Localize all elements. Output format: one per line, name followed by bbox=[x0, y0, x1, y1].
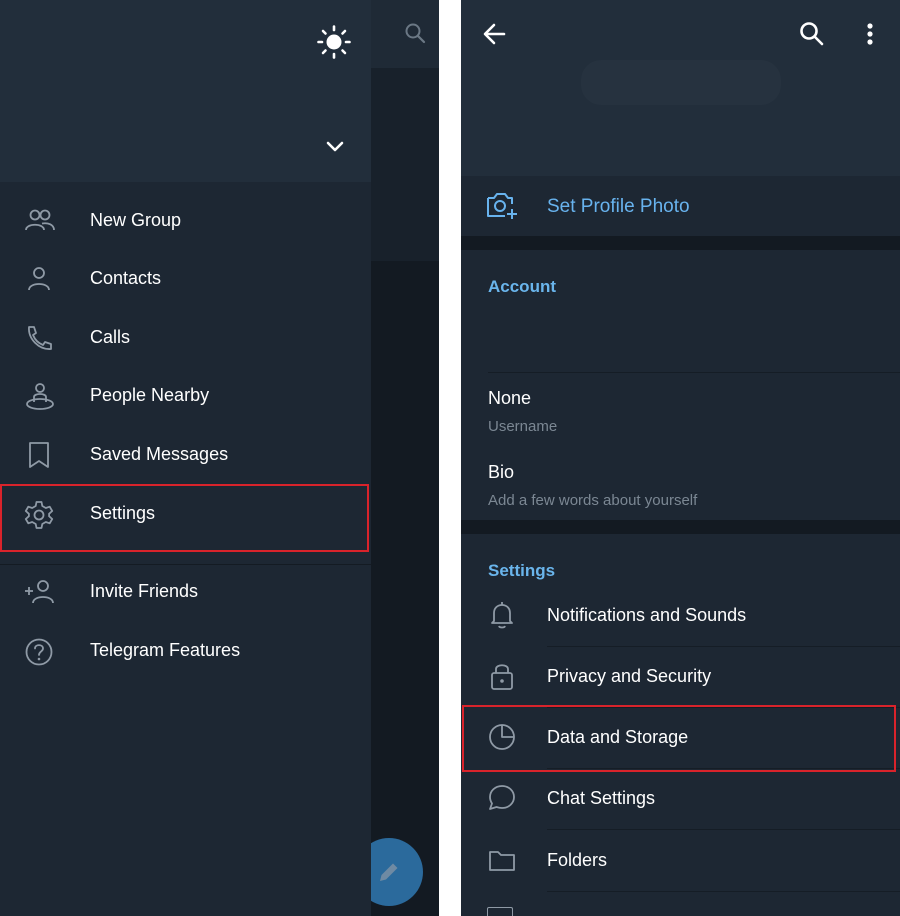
bio-label: Bio bbox=[488, 462, 515, 482]
menu-item-label: Telegram Features bbox=[90, 640, 241, 660]
settings-section-title: Settings bbox=[488, 561, 556, 580]
menu-item-people-nearby[interactable]: People Nearby bbox=[0, 367, 371, 425]
camera-add-icon bbox=[485, 190, 519, 227]
menu-item-calls[interactable]: Calls bbox=[0, 309, 371, 367]
settings-highlight-box bbox=[0, 484, 369, 552]
folder-icon bbox=[487, 845, 517, 875]
username-row[interactable]: None Username bbox=[461, 373, 900, 443]
menu-item-telegram-features[interactable]: Telegram Features bbox=[0, 622, 371, 680]
users-icon bbox=[24, 207, 55, 235]
menu-item-label: Saved Messages bbox=[90, 444, 229, 464]
settings-item-notifications[interactable]: Notifications and Sounds bbox=[461, 585, 900, 646]
theme-toggle-sun-icon[interactable] bbox=[316, 24, 352, 65]
set-profile-photo-label: Set Profile Photo bbox=[547, 196, 690, 217]
bio-placeholder: Add a few words about yourself bbox=[488, 492, 698, 509]
data-storage-highlight-box bbox=[462, 705, 896, 772]
account-section-title: Account bbox=[488, 277, 556, 296]
drawer-header bbox=[0, 0, 371, 182]
pencil-icon bbox=[380, 863, 398, 881]
bookmark-icon bbox=[24, 441, 54, 469]
help-icon bbox=[24, 637, 54, 666]
section-gap bbox=[461, 520, 900, 534]
menu-item-contacts[interactable]: Contacts bbox=[0, 250, 371, 308]
people-nearby-icon bbox=[24, 382, 54, 410]
more-vertical-icon[interactable] bbox=[857, 20, 883, 53]
menu-item-invite-friends[interactable]: Invite Friends bbox=[0, 563, 371, 621]
blurred-profile-name bbox=[581, 60, 781, 105]
menu-item-label: Calls bbox=[90, 327, 131, 347]
username-value: None bbox=[488, 388, 532, 408]
settings-item-privacy[interactable]: Privacy and Security bbox=[461, 646, 900, 707]
username-label: Username bbox=[488, 418, 558, 435]
right-screen: Set Profile Photo Account None Username … bbox=[461, 0, 900, 916]
chevron-down-icon[interactable] bbox=[322, 134, 348, 165]
chat-list-item bbox=[371, 68, 439, 261]
menu-item-new-group[interactable]: New Group bbox=[0, 192, 371, 250]
search-icon[interactable] bbox=[404, 22, 426, 49]
menu-item-label: People Nearby bbox=[90, 385, 210, 405]
settings-item-label: Notifications and Sounds bbox=[547, 605, 747, 625]
back-arrow-icon[interactable] bbox=[481, 20, 509, 53]
bio-row[interactable]: Bio Add a few words about yourself bbox=[461, 447, 900, 517]
phone-icon bbox=[24, 324, 54, 352]
navigation-drawer: New Group Contacts Calls People Nearby S… bbox=[0, 0, 371, 916]
chat-bubble-icon bbox=[487, 783, 517, 813]
settings-item-label: Folders bbox=[547, 850, 608, 870]
search-icon[interactable] bbox=[798, 20, 826, 53]
menu-item-saved-messages[interactable]: Saved Messages bbox=[0, 426, 371, 484]
settings-item-chat-settings[interactable]: Chat Settings bbox=[461, 768, 900, 829]
menu-item-label: Invite Friends bbox=[90, 581, 199, 601]
menu-item-label: Contacts bbox=[90, 268, 162, 288]
add-user-icon bbox=[24, 578, 54, 606]
left-screen: New Group Contacts Calls People Nearby S… bbox=[0, 0, 439, 916]
set-profile-photo-button[interactable]: Set Profile Photo bbox=[461, 176, 900, 236]
bell-icon bbox=[487, 600, 517, 630]
menu-item-label: New Group bbox=[90, 210, 182, 230]
account-section: Account None Username Bio Add a few word… bbox=[461, 250, 900, 520]
profile-header bbox=[461, 0, 900, 176]
section-gap bbox=[461, 236, 900, 250]
settings-item-folders[interactable]: Folders bbox=[461, 830, 900, 891]
partial-icon bbox=[487, 907, 513, 916]
lock-icon bbox=[487, 661, 517, 691]
divider bbox=[547, 891, 900, 892]
settings-item-label: Chat Settings bbox=[547, 788, 656, 808]
user-icon bbox=[24, 265, 54, 293]
settings-item-label: Privacy and Security bbox=[547, 666, 712, 686]
